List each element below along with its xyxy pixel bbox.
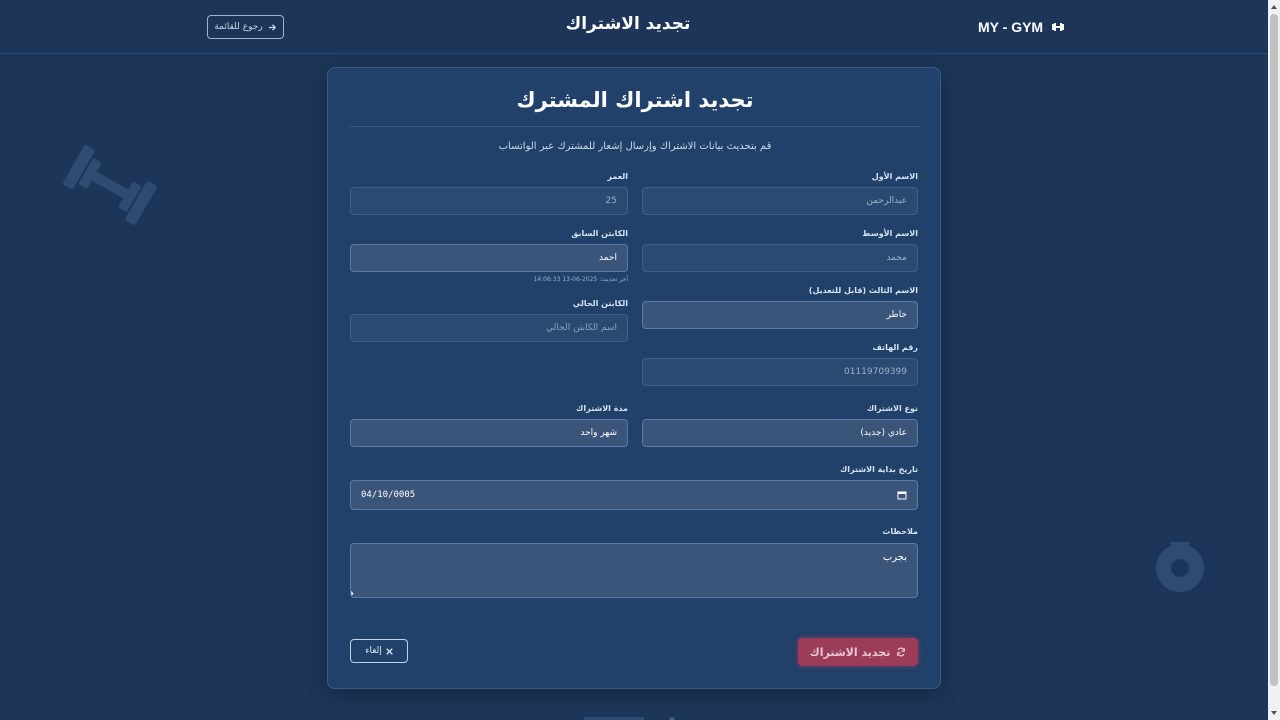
first-name-field[interactable] bbox=[642, 187, 918, 215]
subscription-type-label: نوع الاشتراك bbox=[866, 404, 918, 413]
back-to-list-button[interactable]: رجوع للقائمة bbox=[207, 15, 284, 39]
previous-captain-field[interactable] bbox=[350, 244, 628, 272]
subscription-type-select[interactable] bbox=[642, 419, 918, 447]
arrow-right-icon bbox=[268, 23, 276, 31]
start-date-value: 04/10/0005 bbox=[361, 490, 416, 500]
dumbbell-icon bbox=[1052, 23, 1065, 31]
renew-subscription-button[interactable]: تجديد الاشتراك bbox=[798, 638, 918, 666]
notes-label: ملاحظات bbox=[882, 527, 918, 536]
duration-label: مدة الاشتراك bbox=[576, 404, 628, 413]
third-name-field[interactable] bbox=[642, 301, 918, 329]
duration-select[interactable] bbox=[350, 419, 628, 447]
top-navbar: MY - GYM تجديد الاشتراك رجوع للقائمة bbox=[0, 0, 1268, 54]
phone-label: رقم الهاتف bbox=[872, 343, 918, 352]
middle-name-field[interactable] bbox=[642, 244, 918, 272]
page-title: تجديد الاشتراك bbox=[565, 14, 691, 34]
current-captain-label: الكابتن الحالي bbox=[572, 299, 628, 308]
start-date-label: تاريخ بداية الاشتراك bbox=[839, 465, 918, 474]
phone-field[interactable] bbox=[642, 358, 918, 386]
notes-textarea[interactable]: بجرب bbox=[350, 543, 918, 598]
previous-captain-last-update: آخر تحديث: 2025-06-13 14:06:33 bbox=[533, 276, 628, 283]
renew-button-label: تجديد الاشتراك bbox=[809, 645, 891, 659]
start-date-field[interactable]: 04/10/0005 bbox=[350, 480, 918, 510]
title-divider bbox=[350, 126, 920, 127]
back-button-label: رجوع للقائمة bbox=[214, 22, 263, 32]
background-dumbbell-icon bbox=[63, 145, 157, 225]
refresh-icon bbox=[897, 647, 906, 657]
previous-captain-label: الكابتن السابق bbox=[571, 229, 628, 238]
cancel-button-label: إلغاء bbox=[365, 646, 382, 656]
scrollbar-thumb[interactable] bbox=[1270, 14, 1278, 686]
brand-name: MY - GYM bbox=[978, 19, 1044, 35]
first-name-label: الاسم الأول bbox=[871, 172, 918, 181]
cancel-button[interactable]: إلغاء bbox=[350, 639, 408, 663]
close-icon bbox=[386, 647, 393, 655]
page-scrollbar[interactable] bbox=[1268, 0, 1280, 720]
age-field[interactable] bbox=[350, 187, 628, 215]
age-label: العمر bbox=[607, 172, 628, 181]
calendar-icon[interactable] bbox=[897, 490, 907, 500]
third-name-label: الاسم الثالث (قابل للتعديل) bbox=[808, 286, 918, 295]
card-subtitle: قم بتحديث بيانات الاشتراك وإرسال إشعار ل… bbox=[498, 141, 772, 152]
scroll-down-arrow-icon[interactable] bbox=[1270, 709, 1278, 717]
card-title: تجديد اشتراك المشترك bbox=[516, 88, 754, 112]
resize-grip-icon[interactable] bbox=[350, 589, 358, 597]
background-weight-icon bbox=[1156, 542, 1204, 592]
brand[interactable]: MY - GYM bbox=[978, 17, 1065, 37]
middle-name-label: الاسم الأوسط bbox=[862, 229, 918, 238]
renew-subscription-card: تجديد اشتراك المشترك قم بتحديث بيانات ال… bbox=[327, 67, 941, 689]
current-captain-field[interactable] bbox=[350, 314, 628, 342]
footer-peek bbox=[584, 717, 675, 720]
scroll-up-arrow-icon[interactable] bbox=[1270, 3, 1278, 11]
